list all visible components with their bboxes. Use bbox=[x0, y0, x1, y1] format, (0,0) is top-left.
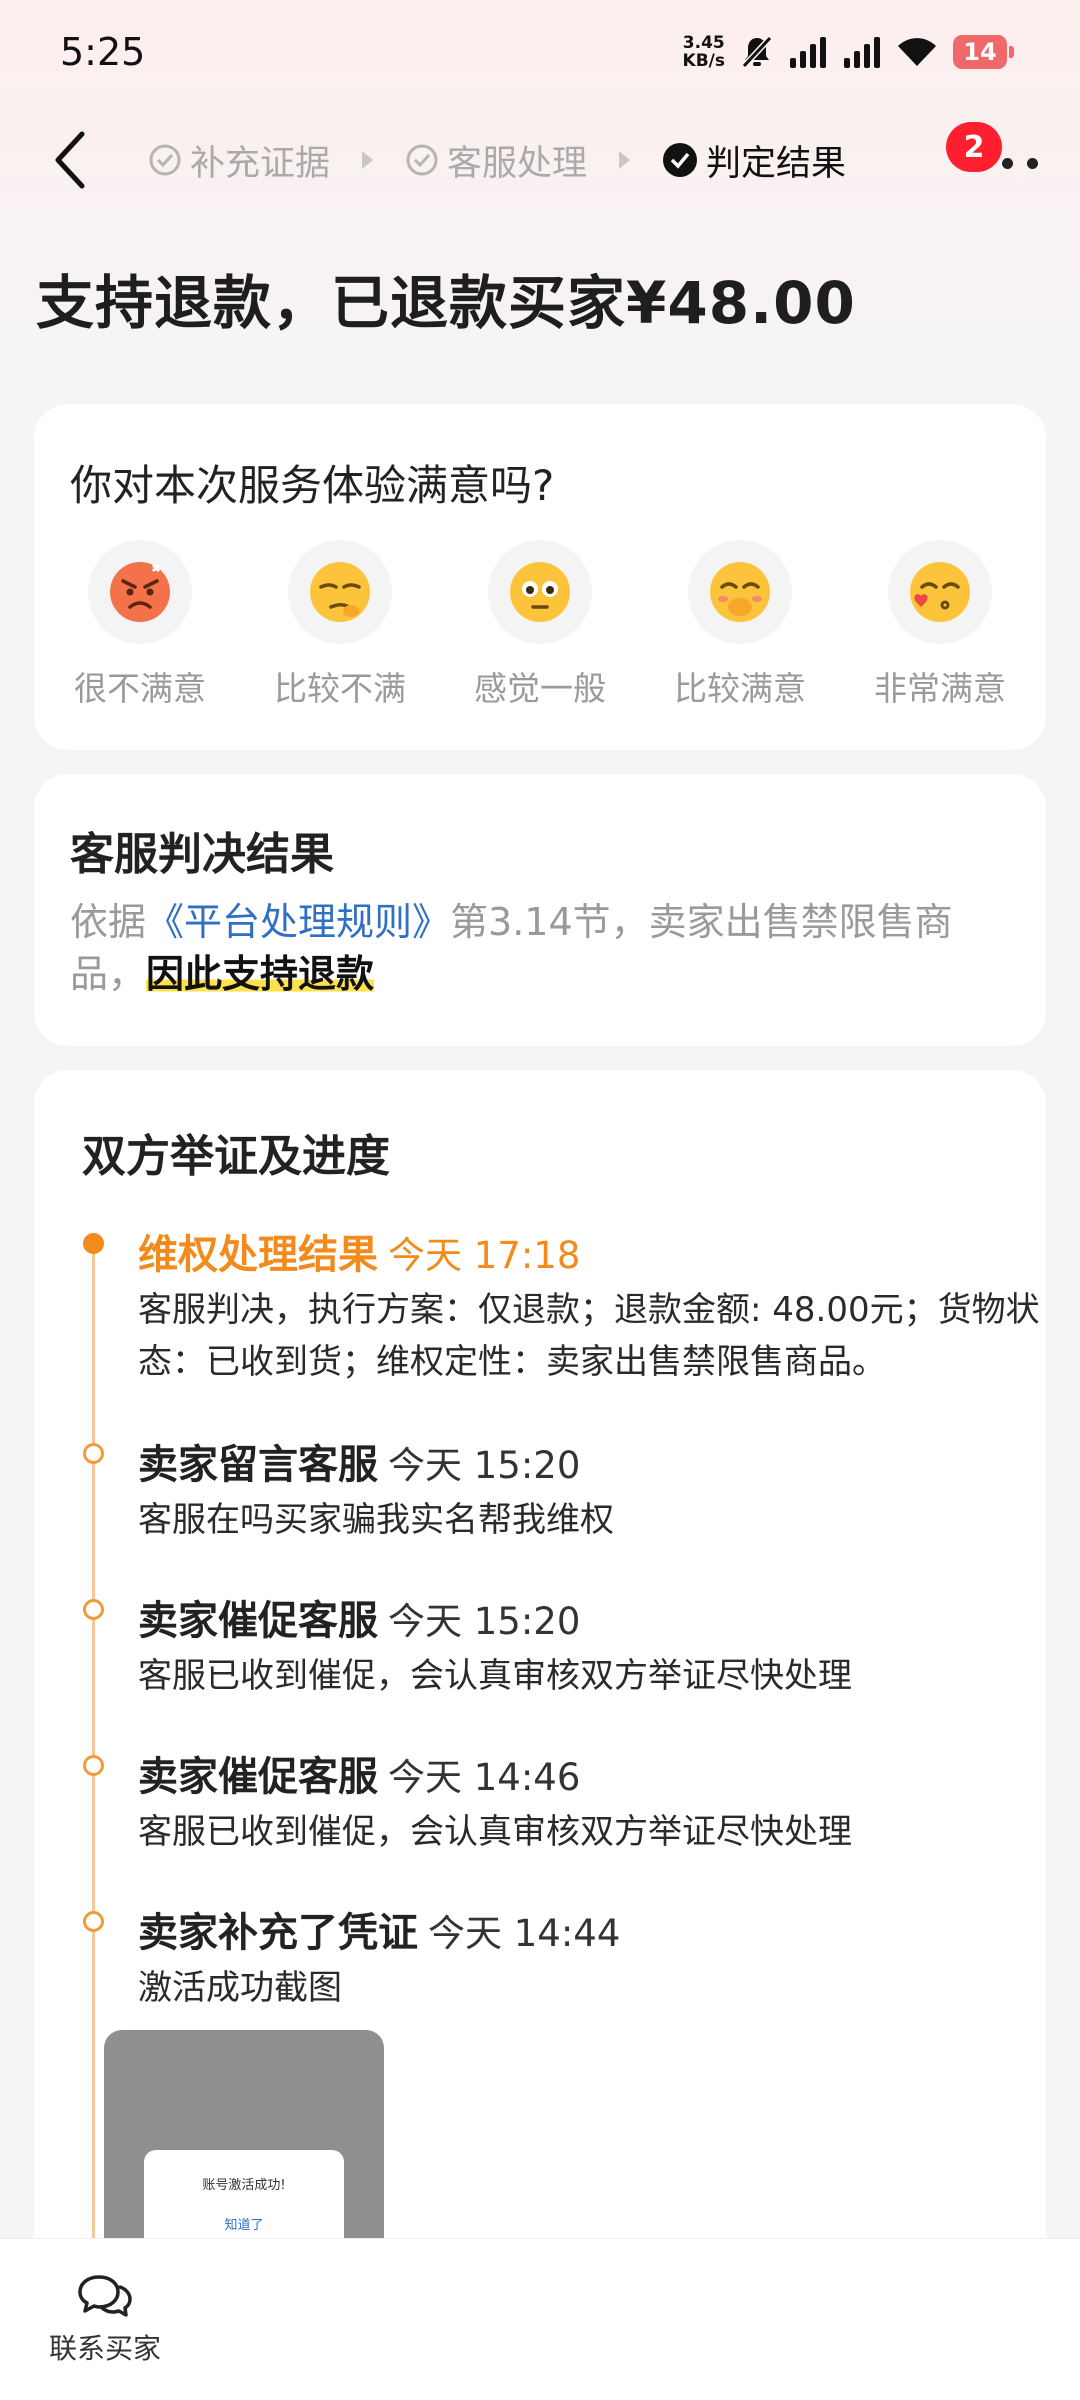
timeline-time: 今天 14:44 bbox=[428, 1912, 621, 1955]
timeline-description: 客服已收到催促，会认真审核双方举证尽快处理 bbox=[138, 1656, 852, 1696]
step-arrow-icon bbox=[362, 151, 374, 169]
rating-option-neutral[interactable]: 感觉一般 bbox=[440, 540, 640, 710]
timeline-dot bbox=[83, 1911, 104, 1932]
header-nav: 补充证据 客服处理 判定结果 2 bbox=[0, 110, 1080, 210]
battery-icon: 14 bbox=[953, 35, 1014, 69]
step-service-handling: 客服处理 bbox=[405, 135, 587, 186]
rating-icon-circle bbox=[88, 540, 192, 644]
timeline-dot bbox=[83, 1755, 104, 1776]
timeline-event: 卖家催促客服 bbox=[138, 1598, 378, 1644]
contact-buyer-button[interactable]: 联系买家 bbox=[40, 2271, 170, 2381]
verdict-card: 客服判决结果 依据《平台处理规则》第3.14节，卖家出售禁限售商品，因此支持退款 bbox=[34, 774, 1046, 1046]
rating-option-somewhat-satisfied[interactable]: 比较满意 bbox=[640, 540, 840, 710]
bottom-bar: 联系买家 bbox=[0, 2238, 1080, 2400]
timeline-heading: 维权处理结果 今天 17:18 bbox=[138, 1222, 580, 1280]
step-add-evidence: 补充证据 bbox=[148, 135, 330, 186]
result-title: 支持退款，已退款买家¥48.00 bbox=[36, 269, 856, 337]
rating-icon-circle bbox=[488, 540, 592, 644]
angry-face-icon bbox=[110, 562, 170, 622]
timeline-time: 今天 17:18 bbox=[388, 1234, 581, 1277]
status-bar: 5:25 3.45 KB/s 14 bbox=[0, 0, 1080, 110]
verdict-prefix: 依据 bbox=[70, 900, 147, 944]
timeline-heading: 卖家催促客服 今天 14:46 bbox=[138, 1744, 580, 1802]
evidence-dialog-button: 知道了 bbox=[224, 2218, 264, 2233]
timeline-dot bbox=[83, 1599, 104, 1620]
rating-label: 非常满意 bbox=[874, 669, 1006, 708]
notification-badge: 2 bbox=[946, 122, 1002, 172]
timeline-event: 卖家补充了凭证 bbox=[138, 1910, 418, 1956]
chat-bubbles-icon bbox=[78, 2275, 132, 2317]
evidence-dialog-text: 账号激活成功! bbox=[202, 2178, 286, 2193]
rating-label: 比较满意 bbox=[674, 669, 806, 708]
network-speed-value: 3.45 bbox=[682, 33, 725, 53]
rating-label: 很不满意 bbox=[74, 669, 206, 708]
more-dot bbox=[1001, 157, 1013, 169]
verdict-text: 依据《平台处理规则》第3.14节，卖家出售禁限售商品，因此支持退款 bbox=[70, 896, 1020, 1000]
battery-tip bbox=[1009, 46, 1014, 58]
check-circle-filled-icon bbox=[663, 143, 698, 177]
check-circle-outline-icon bbox=[406, 144, 438, 176]
rating-icon-circle bbox=[888, 540, 992, 644]
timeline-event: 卖家留言客服 bbox=[138, 1442, 378, 1488]
rating-icon-circle bbox=[288, 540, 392, 644]
status-time: 5:25 bbox=[60, 30, 146, 74]
step-label: 判定结果 bbox=[706, 143, 847, 184]
wifi-icon bbox=[897, 36, 937, 68]
signal-icon bbox=[789, 36, 827, 68]
rating-icon-circle bbox=[688, 540, 792, 644]
timeline-time: 今天 15:20 bbox=[388, 1600, 581, 1643]
page: { "status_bar": { "time": "5:25", "net_s… bbox=[0, 0, 1080, 2400]
rating-option-very-unsatisfied[interactable]: 很不满意 bbox=[40, 540, 240, 710]
status-icons: 3.45 KB/s 14 bbox=[683, 30, 1014, 74]
back-button[interactable] bbox=[40, 124, 100, 196]
timeline-time: 今天 14:46 bbox=[388, 1756, 581, 1799]
timeline-dot-active bbox=[83, 1233, 104, 1254]
more-dot bbox=[1027, 157, 1038, 169]
unamused-face-icon bbox=[310, 562, 370, 622]
signal-icon bbox=[843, 36, 881, 68]
progress-steps: 补充证据 客服处理 判定结果 bbox=[148, 132, 846, 188]
satisfaction-question: 你对本次服务体验满意吗? bbox=[70, 461, 555, 510]
timeline-line bbox=[92, 1240, 95, 2400]
battery-level: 14 bbox=[953, 35, 1007, 69]
timeline-description: 客服在吗买家骗我实名帮我维权 bbox=[138, 1500, 614, 1540]
verdict-emphasis: 因此支持退款 bbox=[146, 952, 375, 996]
neutral-face-icon bbox=[510, 562, 570, 622]
timeline-dot bbox=[83, 1443, 104, 1464]
timeline-time: 今天 15:20 bbox=[388, 1444, 581, 1487]
rating-label: 感觉一般 bbox=[474, 669, 606, 708]
network-speed: 3.45 KB/s bbox=[683, 34, 725, 70]
rating-option-somewhat-unsatisfied[interactable]: 比较不满 bbox=[240, 540, 440, 710]
mute-icon bbox=[741, 35, 773, 69]
step-arrow-icon bbox=[619, 151, 631, 169]
timeline-heading: 卖家补充了凭证 今天 14:44 bbox=[138, 1900, 620, 1958]
more-button[interactable]: 2 bbox=[946, 122, 1042, 188]
network-speed-unit: KB/s bbox=[682, 51, 725, 71]
timeline-description: 客服已收到催促，会认真审核双方举证尽快处理 bbox=[138, 1812, 852, 1852]
timeline-title: 双方举证及进度 bbox=[82, 1131, 390, 1182]
blushing-face-icon bbox=[710, 562, 770, 622]
rating-option-very-satisfied[interactable]: 非常满意 bbox=[840, 540, 1040, 710]
rating-options: 很不满意 比较不满 感觉一般 比较满意 非常满意 bbox=[34, 540, 1046, 710]
step-label: 客服处理 bbox=[447, 143, 588, 184]
check-circle-outline-icon bbox=[149, 144, 181, 176]
contact-buyer-label: 联系买家 bbox=[48, 2332, 161, 2365]
kissing-heart-face-icon bbox=[910, 562, 970, 622]
timeline-description: 激活成功截图 bbox=[138, 1968, 342, 2008]
timeline-heading: 卖家留言客服 今天 15:20 bbox=[138, 1432, 580, 1490]
step-verdict-result: 判定结果 bbox=[662, 135, 846, 186]
satisfaction-card: 你对本次服务体验满意吗? 很不满意 比较不满 感觉一般 比较满意 非常满意 bbox=[34, 404, 1046, 750]
platform-rules-link[interactable]: 《平台处理规则》 bbox=[146, 900, 450, 944]
rating-label: 比较不满 bbox=[274, 669, 406, 708]
timeline-event: 卖家催促客服 bbox=[138, 1754, 378, 1800]
verdict-title: 客服判决结果 bbox=[70, 829, 334, 880]
timeline-event: 维权处理结果 bbox=[138, 1232, 378, 1278]
timeline-heading: 卖家催促客服 今天 15:20 bbox=[138, 1588, 580, 1646]
timeline-description: 客服判决，执行方案：仅退款；退款金额: 48.00元；货物状态：已收到货；维权定… bbox=[138, 1290, 1040, 1382]
chevron-left-icon bbox=[55, 131, 85, 189]
step-label: 补充证据 bbox=[190, 143, 331, 184]
